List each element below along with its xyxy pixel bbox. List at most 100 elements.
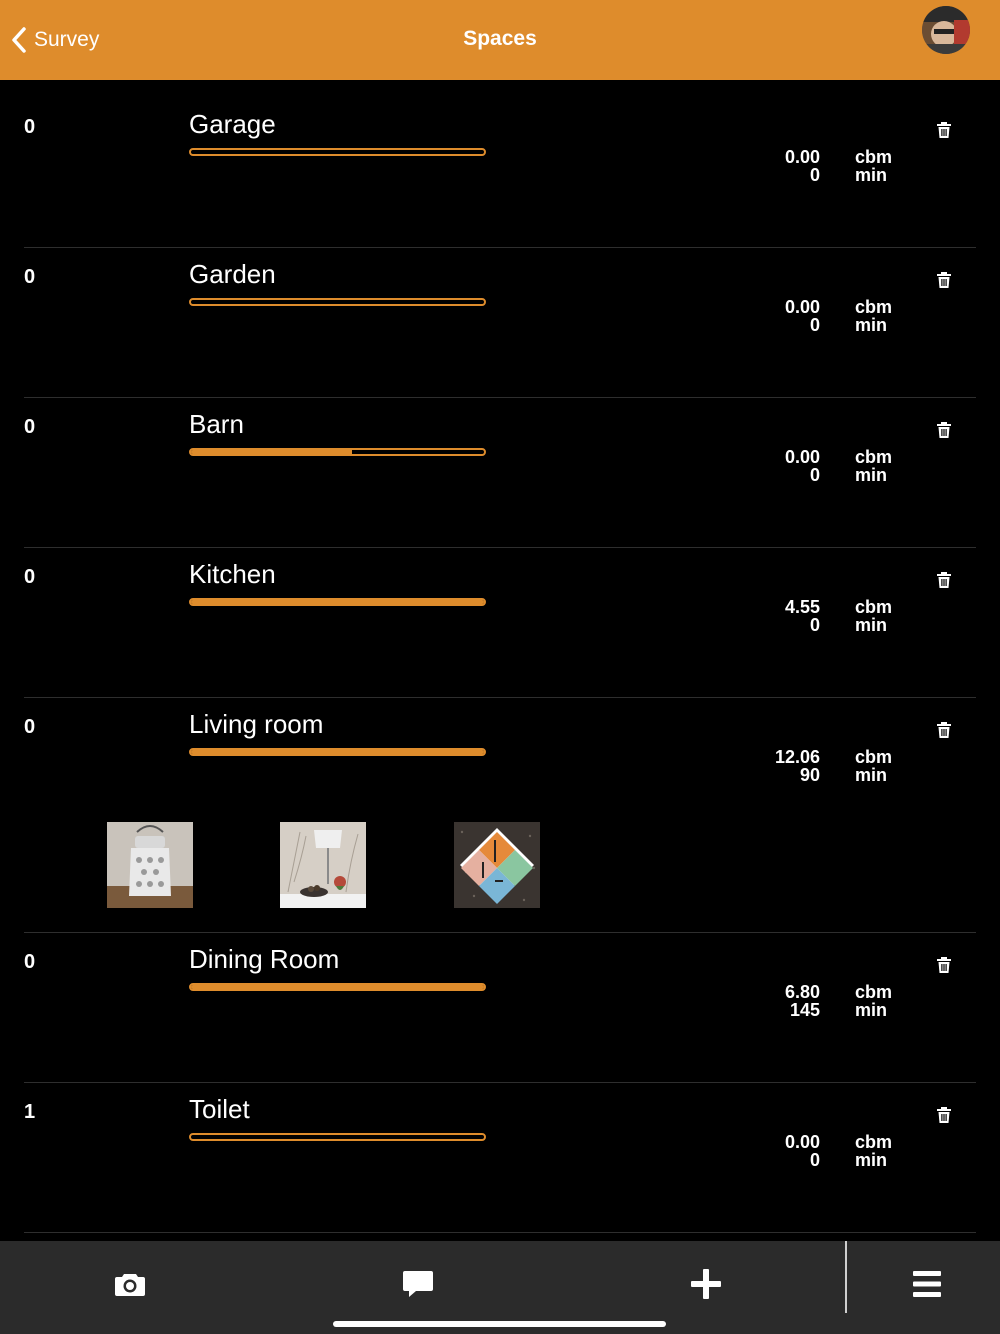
- progress-bar-fill: [191, 985, 484, 989]
- trash-icon[interactable]: [935, 421, 953, 439]
- time-value: 0: [809, 1150, 820, 1170]
- toolbar-separator: [845, 1241, 847, 1313]
- volume-value: 0.00: [784, 147, 820, 167]
- progress-bar: [189, 983, 486, 991]
- volume-unit: cbm: [855, 297, 893, 317]
- time-unit: min: [855, 165, 888, 185]
- progress-bar-fill: [191, 750, 484, 754]
- space-values: 12.06 90: [740, 748, 820, 784]
- time-value: 0: [809, 315, 820, 335]
- progress-bar-fill: [191, 600, 484, 604]
- painting-photo: [454, 822, 540, 908]
- time-unit: min: [855, 765, 888, 785]
- item-count: 0: [24, 566, 36, 588]
- trash-icon[interactable]: [935, 956, 953, 974]
- space-name: Living room: [189, 709, 324, 739]
- space-units: cbm min: [855, 298, 892, 334]
- space-units: cbm min: [855, 148, 892, 184]
- trash-icon[interactable]: [935, 1106, 953, 1124]
- space-values: 4.55 0: [740, 598, 820, 634]
- trash-icon[interactable]: [935, 571, 953, 589]
- volume-value: 0.00: [784, 1132, 820, 1152]
- space-units: cbm min: [855, 448, 892, 484]
- space-row-garden[interactable]: 0 Garden 0.00 0 cbm min: [0, 230, 1000, 397]
- page-title: Spaces: [463, 27, 537, 50]
- volume-unit: cbm: [855, 447, 893, 467]
- volume-unit: cbm: [855, 597, 893, 617]
- time-unit: min: [855, 1150, 888, 1170]
- time-value: 90: [799, 765, 820, 785]
- space-row-toilet[interactable]: 1 Toilet 0.00 0 cbm min: [0, 1065, 1000, 1232]
- home-indicator[interactable]: [333, 1321, 666, 1327]
- lantern-photo: [107, 822, 193, 908]
- space-values: 0.00 0: [740, 148, 820, 184]
- avatar-photo: [922, 6, 970, 54]
- top-navigation-bar: Survey Spaces: [0, 0, 1000, 80]
- space-name: Kitchen: [189, 559, 276, 589]
- volume-value: 0.00: [784, 297, 820, 317]
- space-name: Dining Room: [189, 944, 340, 974]
- item-count: 0: [24, 716, 36, 738]
- space-name: Barn: [189, 409, 244, 439]
- avatar[interactable]: [922, 6, 970, 54]
- menu-icon: [913, 1271, 941, 1297]
- space-values: 0.00 0: [740, 298, 820, 334]
- time-value: 145: [789, 1000, 820, 1020]
- item-count: 1: [24, 1101, 36, 1123]
- time-value: 0: [809, 615, 820, 635]
- volume-unit: cbm: [855, 747, 893, 767]
- space-units: cbm min: [855, 748, 892, 784]
- volume-unit: cbm: [855, 982, 893, 1002]
- space-name: Garden: [189, 259, 276, 289]
- volume-unit: cbm: [855, 147, 893, 167]
- progress-bar: [189, 598, 486, 606]
- space-units: cbm min: [855, 598, 892, 634]
- progress-bar: [189, 148, 486, 156]
- space-row-dining-room[interactable]: 0 Dining Room 6.80 145 cbm min: [0, 915, 1000, 1082]
- vase-photo: [280, 822, 366, 908]
- space-units: cbm min: [855, 983, 892, 1019]
- space-row-barn[interactable]: 0 Barn 0.00 0 cbm min: [0, 380, 1000, 547]
- volume-value: 6.80: [784, 982, 820, 1002]
- volume-value: 0.00: [784, 447, 820, 467]
- item-count: 0: [24, 416, 36, 438]
- volume-value: 12.06: [774, 747, 820, 767]
- item-count: 0: [24, 951, 36, 973]
- volume-unit: cbm: [855, 1132, 893, 1152]
- row-divider: [24, 1232, 976, 1233]
- space-row-garage[interactable]: 0 Garage 0.00 0 cbm min: [0, 80, 1000, 247]
- time-unit: min: [855, 465, 888, 485]
- progress-bar: [189, 298, 486, 306]
- space-name: Garage: [189, 109, 276, 139]
- trash-icon[interactable]: [935, 271, 953, 289]
- photo-thumbnail-painting[interactable]: [454, 822, 540, 908]
- comment-button[interactable]: [398, 1266, 438, 1302]
- photo-thumbnail-vase[interactable]: [280, 822, 366, 908]
- time-unit: min: [855, 1000, 888, 1020]
- add-button[interactable]: [686, 1266, 726, 1302]
- trash-icon[interactable]: [935, 121, 953, 139]
- item-count: 0: [24, 116, 36, 138]
- add-icon: [691, 1269, 721, 1299]
- space-values: 0.00 0: [740, 1133, 820, 1169]
- camera-button[interactable]: [110, 1266, 150, 1302]
- comment-icon: [403, 1271, 433, 1297]
- progress-bar: [189, 1133, 486, 1141]
- space-units: cbm min: [855, 1133, 892, 1169]
- camera-icon: [115, 1274, 145, 1296]
- space-row-kitchen[interactable]: 0 Kitchen 4.55 0 cbm min: [0, 530, 1000, 697]
- trash-icon[interactable]: [935, 721, 953, 739]
- photo-thumbnail-lantern[interactable]: [107, 822, 193, 908]
- time-value: 0: [809, 465, 820, 485]
- time-unit: min: [855, 315, 888, 335]
- spaces-list[interactable]: 0 Garage 0.00 0 cbm min 0 Garden 0.00 0 …: [0, 80, 1000, 1241]
- item-count: 0: [24, 266, 36, 288]
- time-value: 0: [809, 165, 820, 185]
- progress-bar: [189, 748, 486, 756]
- space-name: Toilet: [189, 1094, 250, 1124]
- time-unit: min: [855, 615, 888, 635]
- progress-bar-fill: [191, 450, 353, 454]
- space-values: 6.80 145: [740, 983, 820, 1019]
- menu-button[interactable]: [907, 1266, 947, 1302]
- space-values: 0.00 0: [740, 448, 820, 484]
